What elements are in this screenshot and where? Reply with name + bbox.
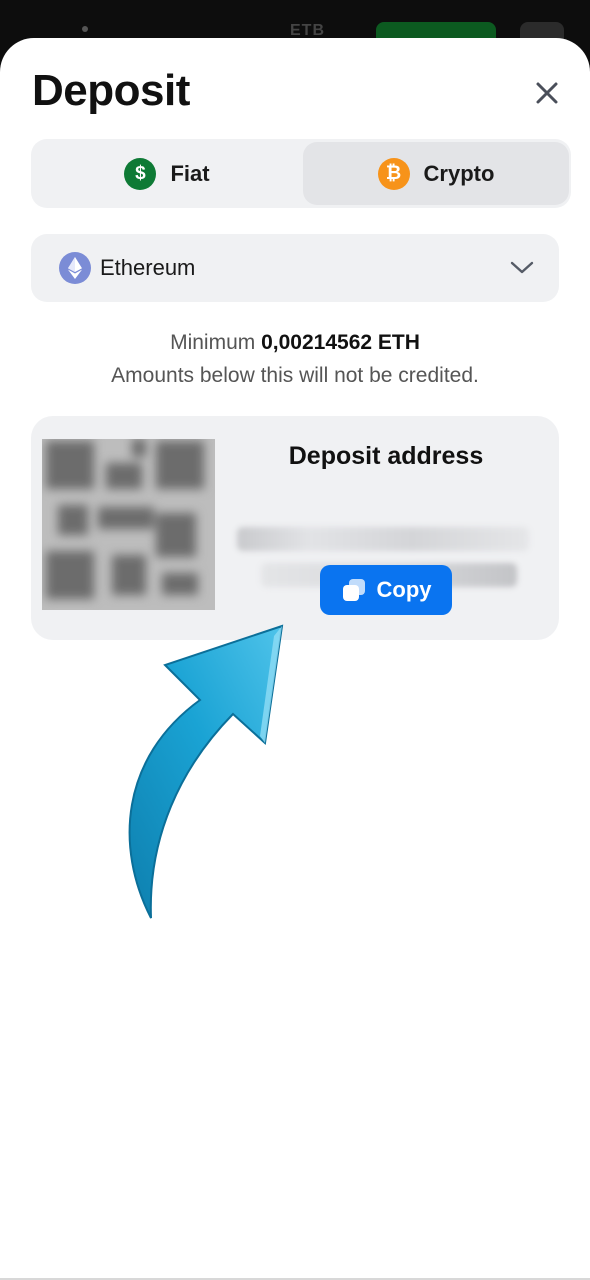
deposit-sheet: Deposit $ Fiat ₿ Crypto Ethereum Minimum… [0, 38, 590, 1280]
pointer-arrow-icon [128, 624, 284, 919]
currency-type-tabs: $ Fiat ₿ Crypto [31, 139, 571, 208]
tab-crypto[interactable]: ₿ Crypto [303, 142, 569, 205]
copy-button-label: Copy [376, 577, 432, 602]
deposit-address-text[interactable] [237, 527, 529, 551]
qr-code [42, 439, 215, 610]
tab-fiat-label: Fiat [170, 160, 210, 186]
network-select-value: Ethereum [100, 255, 196, 280]
bitcoin-coin-icon: ₿ [377, 157, 410, 190]
minimum-amount: Minimum 0,00214562 ETH [0, 331, 590, 355]
dollar-coin-icon: $ [124, 157, 157, 190]
chevron-down-icon [510, 261, 534, 274]
menu-dot-icon [82, 26, 88, 32]
copy-icon [342, 579, 365, 601]
network-select[interactable]: Ethereum [31, 234, 559, 302]
deposit-address-title: Deposit address [288, 442, 484, 470]
minimum-label: Minimum [170, 331, 256, 354]
minimum-value: 0,00214562 ETH [261, 331, 420, 354]
deposit-address-card: Deposit address Copy [31, 416, 559, 640]
page-title: Deposit [32, 66, 190, 115]
tab-crypto-label: Crypto [423, 160, 495, 186]
tab-fiat[interactable]: $ Fiat [34, 142, 300, 205]
close-button[interactable] [528, 74, 566, 112]
minimum-notice: Amounts below this will not be credited. [111, 364, 479, 387]
close-icon [536, 82, 558, 104]
ethereum-icon [59, 252, 91, 284]
copy-button[interactable]: Copy [320, 565, 452, 615]
